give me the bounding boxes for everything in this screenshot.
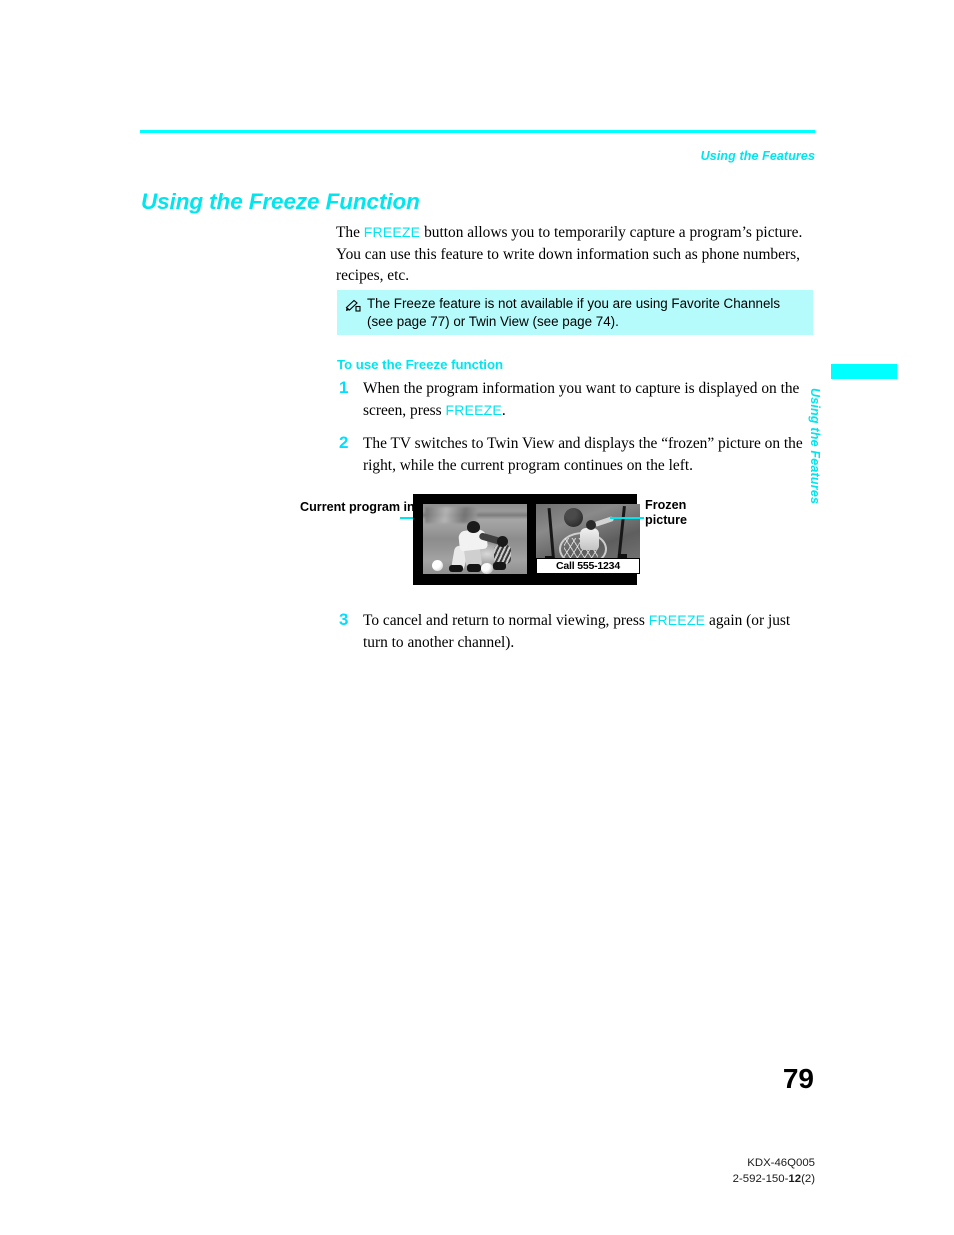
doc-prefix: 2-592-150- (732, 1173, 789, 1185)
thumb-tab-label: Using the Features (808, 388, 822, 505)
soccer-ball-left (432, 560, 443, 571)
child-head (497, 536, 508, 547)
soccer-ball-right (481, 563, 493, 574)
twin-view-figure: Current program in progress Call 555-123… (300, 492, 720, 592)
freeze-keyword: FREEZE (445, 401, 502, 418)
adult-head (467, 521, 480, 533)
live-program-photo (423, 504, 527, 574)
screen-left-live (423, 504, 527, 574)
step-text: To cancel and return to normal viewing, … (363, 612, 790, 651)
step-text-before: The TV switches to Twin View and display… (363, 435, 803, 474)
step-number: 2 (339, 433, 349, 452)
note-inner: The Freeze feature is not available if y… (345, 295, 805, 330)
frozen-caption-bar: Call 555-1234 (536, 558, 640, 574)
freeze-keyword: FREEZE (363, 224, 421, 240)
note-box: The Freeze feature is not available if y… (337, 290, 813, 335)
doc-suffix: (2) (801, 1173, 815, 1185)
step-text-after: . (501, 401, 506, 419)
steps-list-continued: 3 To cancel and return to normal viewing… (336, 610, 818, 665)
player-body (580, 528, 599, 550)
leader-line-right (610, 517, 644, 519)
intro-paragraph: The FREEZE button allows you to temporar… (336, 222, 816, 287)
step-text: When the program information you want to… (363, 380, 799, 419)
callout-current-program: Current program in progress (300, 500, 473, 514)
step-text-before: When the program information you want to… (363, 380, 800, 419)
player-head (586, 520, 596, 530)
doc-revision: 12 (788, 1173, 802, 1185)
basketball (564, 508, 583, 527)
thumb-tab-bar (831, 364, 897, 379)
pencil-note-icon (345, 299, 361, 313)
step-item: 3 To cancel and return to normal viewing… (336, 610, 818, 653)
steps-list: 1 When the program information you want … (336, 378, 818, 488)
child-shoe (493, 562, 506, 570)
photo-background-blur (425, 507, 477, 523)
tv-frame: Call 555-1234 (413, 494, 640, 585)
page-number: 79 (782, 1063, 814, 1094)
step-item: 2 The TV switches to Twin View and displ… (336, 433, 818, 476)
callout-frozen-picture: Frozen picture (645, 498, 687, 527)
adult-shoe-right (467, 564, 481, 572)
frozen-caption-text: Call 555-1234 (556, 560, 620, 572)
screen-right-frozen: Call 555-1234 (536, 504, 640, 574)
subsection-heading: To use the Freeze function (337, 357, 504, 372)
freeze-keyword: FREEZE (648, 612, 706, 628)
document-number: 2-592-150-12(2) (733, 1171, 815, 1187)
step-text-before: To cancel and return to normal viewing, … (363, 612, 649, 629)
step-text: The TV switches to Twin View and display… (363, 435, 803, 474)
step-item: 1 When the program information you want … (336, 378, 818, 421)
header-rule (140, 130, 815, 133)
note-text: The Freeze feature is not available if y… (367, 296, 781, 329)
running-head: Using the Features (700, 149, 815, 163)
step-number: 1 (339, 378, 349, 397)
model-number: KDX-46Q005 (747, 1157, 815, 1169)
intro-block: The FREEZE button allows you to temporar… (336, 222, 816, 287)
colophon: KDX-46Q005 2-592-150-12(2) (733, 1155, 815, 1187)
intro-text-before: The (336, 224, 364, 241)
page-title: Using the Freeze Function (141, 189, 420, 214)
step-number: 3 (339, 610, 349, 629)
adult-shoe-left (449, 565, 463, 572)
